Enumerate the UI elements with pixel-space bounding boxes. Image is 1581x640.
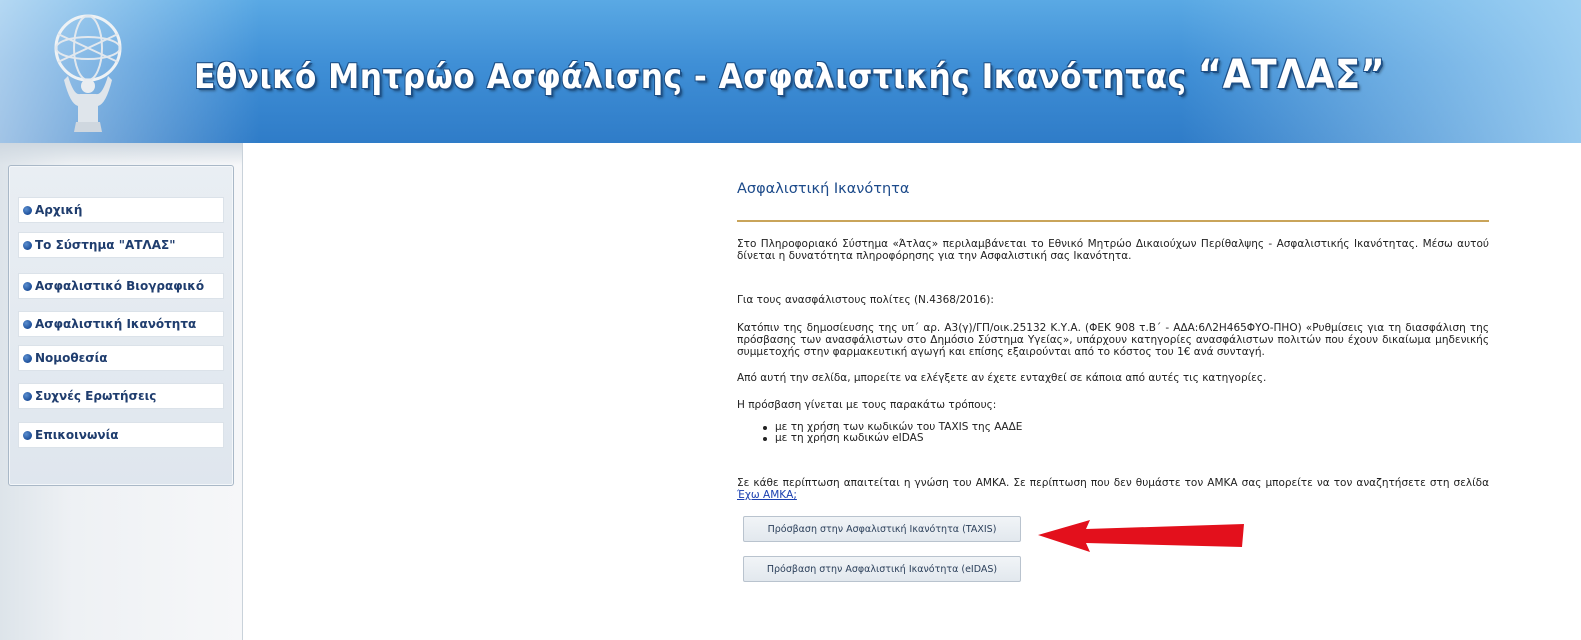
sidebar-item-legislation[interactable]: Νομοθεσία bbox=[18, 345, 224, 371]
sidebar-item-label: Επικοινωνία bbox=[35, 428, 119, 442]
sidebar-item-insurance-capacity[interactable]: Ασφαλιστική Ικανότητα bbox=[18, 311, 224, 337]
red-arrow-left-icon bbox=[1038, 520, 1244, 552]
site-title-brand: “ΑΤΛΑΣ” bbox=[1197, 52, 1386, 98]
site-title: Εθνικό Μητρώο Ασφάλισης - Ασφαλιστικής Ι… bbox=[194, 52, 1385, 98]
atlas-globe-logo[interactable] bbox=[28, 10, 150, 136]
sidebar-item-contact[interactable]: Επικοινωνία bbox=[18, 422, 224, 448]
access-methods-list: με τη χρήση των κωδικών του TAXIS της ΑΑ… bbox=[761, 422, 1022, 444]
sidebar-item-label: Ασφαλιστική Ικανότητα bbox=[35, 317, 197, 331]
intro-paragraph: Στο Πληροφοριακό Σύστημα «Άτλας» περιλαμ… bbox=[737, 238, 1489, 262]
sidebar-item-faq[interactable]: Συχνές Ερωτήσεις bbox=[18, 383, 224, 409]
sidebar-item-insurance-history[interactable]: Ασφαλιστικό Βιογραφικό bbox=[18, 273, 224, 299]
sidebar-nav: Αρχική Το Σύστημα "ΑΤΛΑΣ" Ασφαλιστικό Βι… bbox=[8, 165, 234, 486]
main-content: Ασφαλιστική Ικανότητα Στο Πληροφοριακό Σ… bbox=[737, 143, 1497, 640]
left-column: Αρχική Το Σύστημα "ΑΤΛΑΣ" Ασφαλιστικό Βι… bbox=[0, 143, 243, 640]
uninsured-heading: Για τους ανασφάλιστους πολίτες (Ν.4368/2… bbox=[737, 294, 994, 306]
bullet-icon bbox=[23, 205, 32, 215]
decision-paragraph: Κατόπιν της δημοσίευσης της υπ΄ αρ. Α3(γ… bbox=[737, 322, 1489, 358]
sidebar-item-atlas-system[interactable]: Το Σύστημα "ΑΤΛΑΣ" bbox=[18, 232, 224, 258]
sidebar-item-home[interactable]: Αρχική bbox=[18, 197, 224, 223]
site-title-text: Εθνικό Μητρώο Ασφάλισης - Ασφαλιστικής Ι… bbox=[194, 57, 1198, 97]
sidebar-item-label: Νομοθεσία bbox=[35, 351, 108, 365]
access-heading: Η πρόσβαση γίνεται με τους παρακάτω τρόπ… bbox=[737, 399, 997, 411]
title-divider bbox=[737, 220, 1489, 222]
bullet-icon bbox=[23, 430, 32, 440]
sidebar-item-label: Το Σύστημα "ΑΤΛΑΣ" bbox=[35, 238, 176, 252]
bullet-icon bbox=[23, 240, 32, 250]
check-paragraph: Από αυτή την σελίδα, μπορείτε να ελέγξετ… bbox=[737, 372, 1267, 384]
sidebar-item-label: Αρχική bbox=[35, 203, 83, 217]
sidebar-item-label: Συχνές Ερωτήσεις bbox=[35, 389, 157, 403]
bullet-icon bbox=[23, 391, 32, 401]
amka-paragraph: Σε κάθε περίπτωση απαιτείται η γνώση του… bbox=[737, 477, 1489, 501]
sidebar-item-label: Ασφαλιστικό Βιογραφικό bbox=[35, 279, 205, 293]
bullet-icon bbox=[23, 319, 32, 329]
list-item: με τη χρήση κωδικών eIDAS bbox=[761, 433, 1022, 444]
left-column-shadow bbox=[0, 143, 242, 165]
amka-text: Σε κάθε περίπτωση απαιτείται η γνώση του… bbox=[737, 477, 1489, 489]
bullet-icon bbox=[23, 353, 32, 363]
site-header: Εθνικό Μητρώο Ασφάλισης - Ασφαλιστικής Ι… bbox=[0, 0, 1581, 143]
amka-link[interactable]: Έχω ΑΜΚΑ; bbox=[737, 489, 797, 501]
eidas-access-button[interactable]: Πρόσβαση στην Ασφαλιστική Ικανότητα (eID… bbox=[743, 556, 1021, 582]
page-title: Ασφαλιστική Ικανότητα bbox=[737, 181, 910, 197]
taxis-access-button[interactable]: Πρόσβαση στην Ασφαλιστική Ικανότητα (TAX… bbox=[743, 516, 1021, 542]
bullet-icon bbox=[23, 281, 32, 291]
